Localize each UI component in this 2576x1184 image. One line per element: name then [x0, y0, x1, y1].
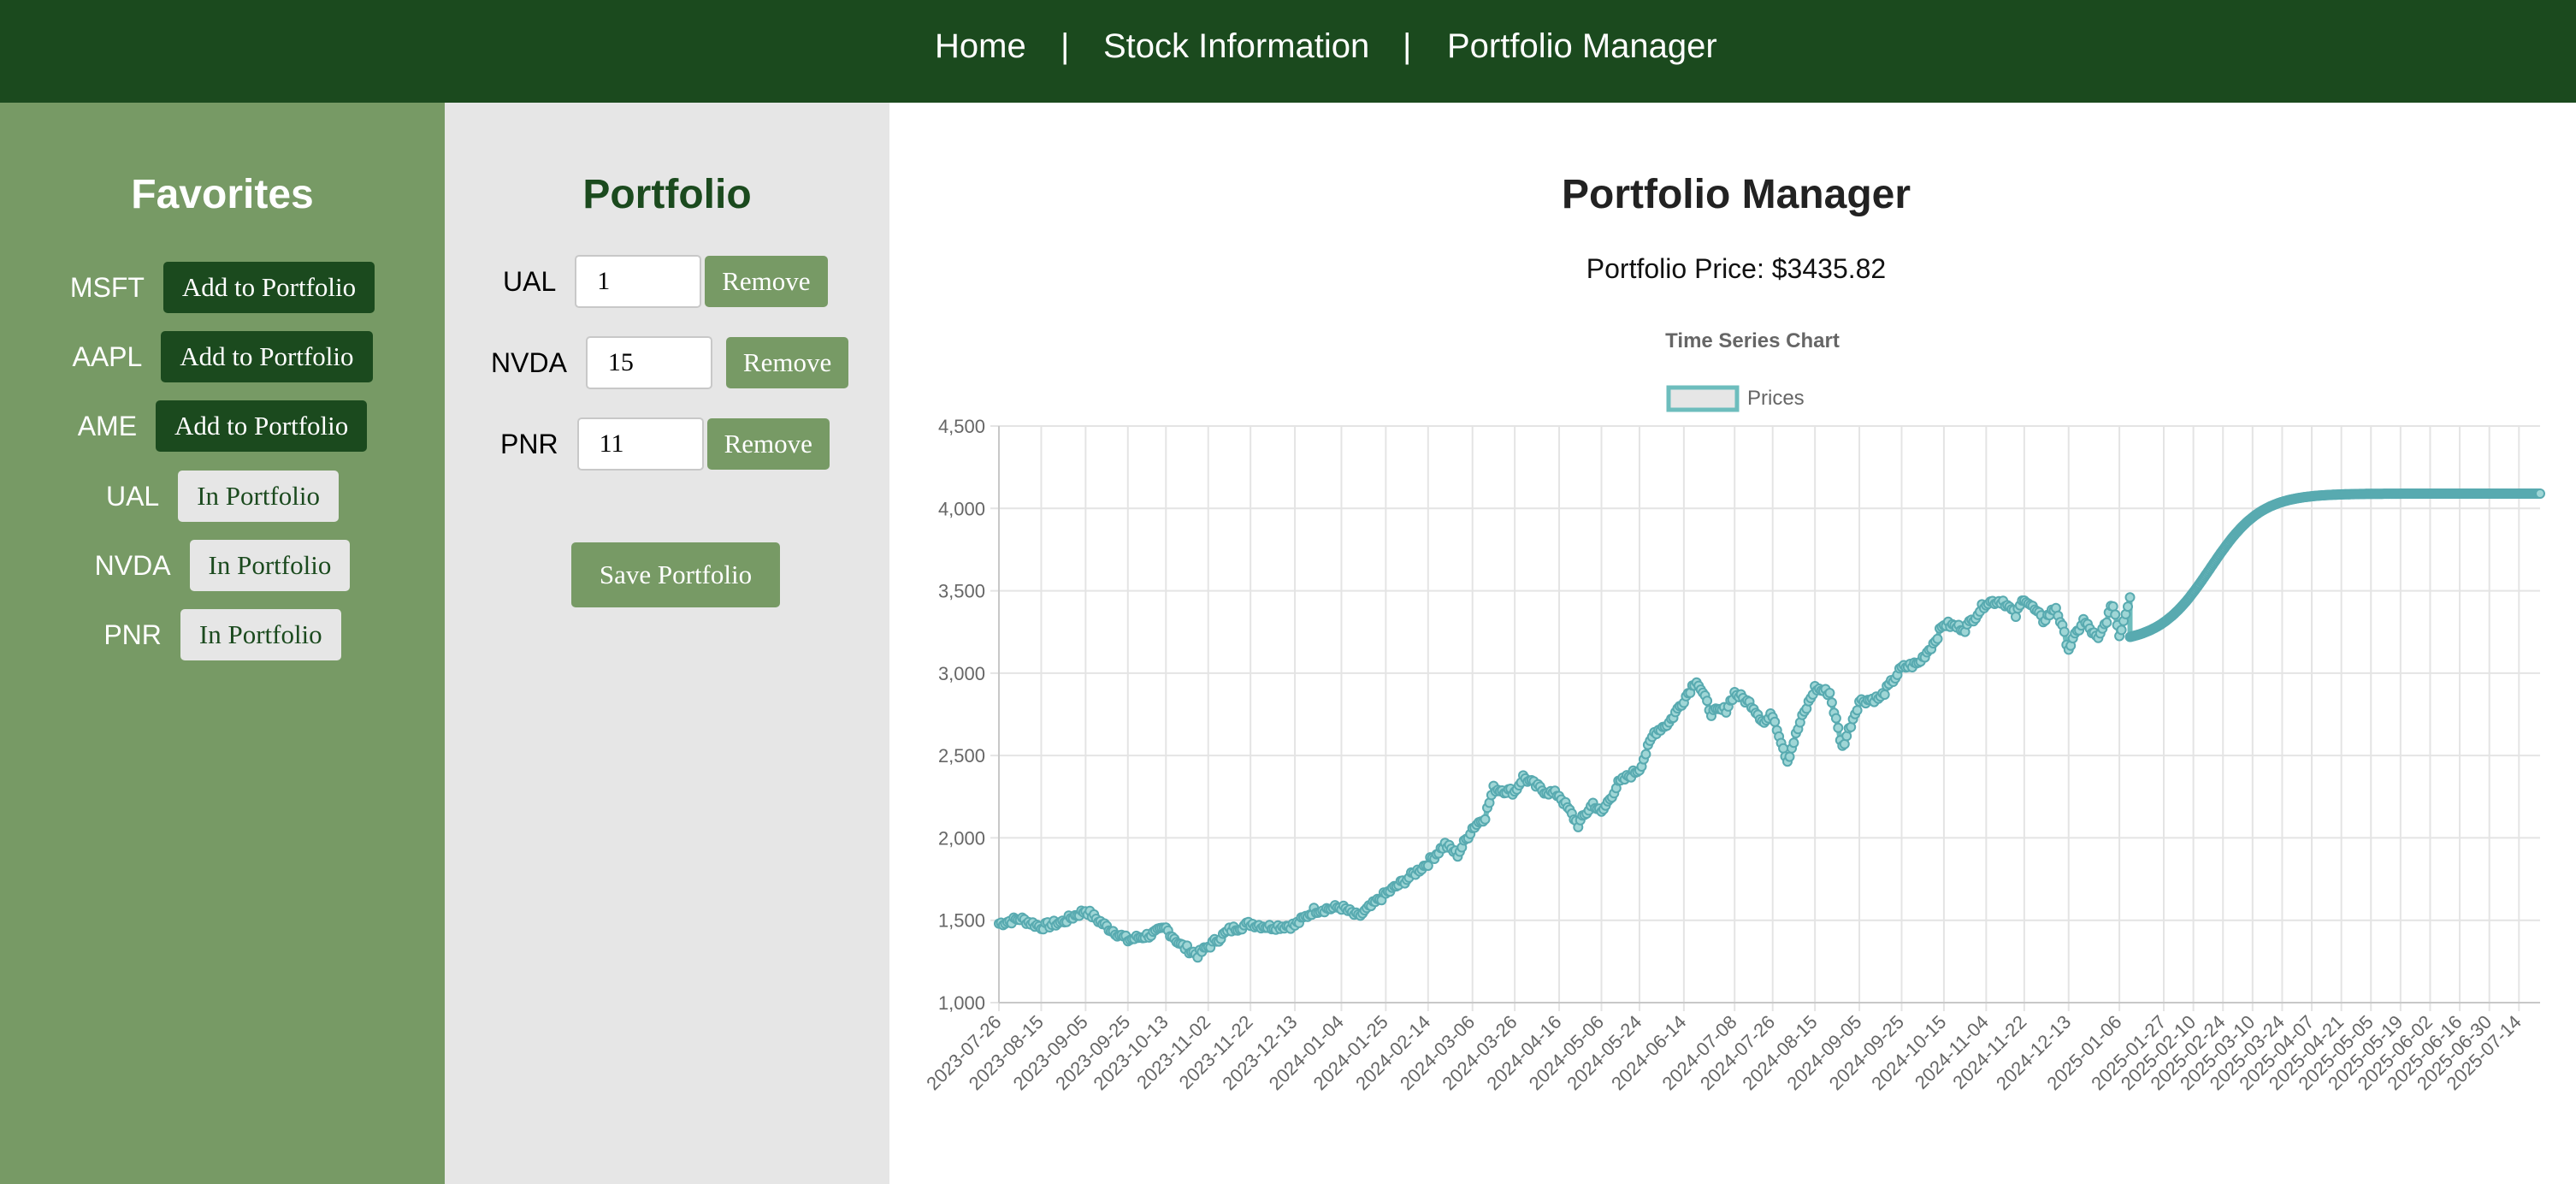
series-point [1830, 713, 1841, 724]
y-tick-label: 4,000 [938, 498, 985, 519]
portfolio-symbol: UAL [503, 265, 557, 297]
series-line-prices [997, 491, 2542, 961]
add-to-portfolio-button[interactable]: Add to Portfolio [161, 331, 373, 382]
series-point [1824, 688, 1835, 698]
series-point [1702, 696, 1713, 707]
portfolio-row: PNR Remove [500, 417, 830, 471]
portfolio-row: UAL Remove [503, 255, 828, 308]
favorite-symbol: MSFT [69, 271, 145, 303]
portfolio-title: Portfolio [582, 172, 752, 217]
favorite-symbol: UAL [105, 480, 160, 512]
save-portfolio-button[interactable]: Save Portfolio [571, 542, 780, 607]
quantity-input[interactable] [585, 336, 712, 389]
favorite-row: UAL In Portfolio [0, 471, 445, 522]
nav-portfolio-manager-link[interactable]: Portfolio Manager [1447, 27, 1717, 66]
in-portfolio-button[interactable]: In Portfolio [180, 609, 341, 660]
series-point [1788, 737, 1799, 749]
nav-separator: | [1403, 27, 1412, 65]
portfolio-panel: Portfolio UAL Remove NVDA Remove PNR Rem… [445, 103, 889, 1184]
series-point [1770, 716, 1781, 727]
series-point [2011, 612, 2021, 622]
legend-label: Prices [1747, 387, 1805, 410]
series-point [2116, 625, 2127, 636]
favorite-symbol: NVDA [94, 549, 171, 581]
series-point [2101, 617, 2112, 628]
portfolio-symbol: PNR [500, 428, 558, 459]
series-point [2535, 488, 2545, 499]
series-point [1826, 697, 1837, 708]
quantity-input[interactable] [575, 255, 702, 308]
series-point [1932, 633, 1943, 644]
add-to-portfolio-button[interactable]: Add to Portfolio [156, 400, 368, 452]
nav-stock-information-link[interactable]: Stock Information [1103, 27, 1369, 66]
series-point [1833, 722, 1844, 733]
favorite-symbol: AME [77, 410, 138, 441]
y-tick-label: 1,500 [938, 910, 985, 932]
remove-button[interactable]: Remove [705, 256, 828, 307]
remove-button[interactable]: Remove [706, 418, 830, 470]
series-point [1778, 743, 1789, 754]
favorite-symbol: PNR [103, 619, 162, 650]
top-nav: Home | Stock Information | Portfolio Man… [0, 0, 2576, 103]
portfolio-row: NVDA Remove [491, 336, 849, 389]
portfolio-price: Portfolio Price: $3435.82 [1586, 253, 1887, 284]
favorite-row: AME Add to Portfolio [0, 400, 445, 452]
favorites-title: Favorites [131, 172, 314, 217]
in-portfolio-button[interactable]: In Portfolio [178, 471, 340, 522]
quantity-input[interactable] [576, 417, 704, 471]
in-portfolio-button[interactable]: In Portfolio [189, 540, 351, 591]
y-tick-label: 2,500 [938, 745, 985, 767]
add-to-portfolio-button[interactable]: Add to Portfolio [162, 262, 375, 313]
remove-button[interactable]: Remove [725, 337, 849, 388]
series-point [2123, 601, 2133, 613]
favorites-panel: Favorites MSFT Add to Portfolio AAPL Add… [0, 103, 445, 1184]
series-point [1879, 690, 1890, 700]
favorite-row: MSFT Add to Portfolio [0, 262, 445, 313]
y-tick-label: 4,500 [938, 416, 985, 437]
y-tick-label: 1,000 [938, 992, 985, 1014]
chart-title: Time Series Chart [1665, 329, 1840, 352]
series-point [1640, 749, 1651, 760]
favorite-row: NVDA In Portfolio [0, 540, 445, 591]
series-point [1852, 705, 1863, 716]
time-series-chart: Time Series Chart Prices 1,000 1,500 2,000 2,… [922, 329, 2545, 1094]
series-point [1480, 814, 1491, 825]
series-point [2107, 601, 2118, 612]
series-point [1839, 738, 1850, 749]
series-point [2059, 626, 2070, 637]
favorite-row: AAPL Add to Portfolio [0, 331, 445, 382]
legend-swatch [1666, 385, 1740, 412]
series-point [2110, 609, 2121, 620]
portfolio-symbol: NVDA [491, 346, 567, 378]
favorite-symbol: AAPL [72, 340, 143, 372]
y-tick-label: 3,500 [938, 581, 985, 602]
y-tick-label: 3,000 [938, 663, 985, 684]
favorite-row: PNR In Portfolio [0, 609, 445, 660]
nav-home-link[interactable]: Home [935, 27, 1026, 66]
nav-separator: | [1061, 27, 1070, 65]
series-point [1784, 751, 1795, 762]
y-tick-label: 2,000 [938, 827, 985, 849]
series-point [2124, 592, 2136, 603]
page-title: Portfolio Manager [1561, 172, 1911, 217]
